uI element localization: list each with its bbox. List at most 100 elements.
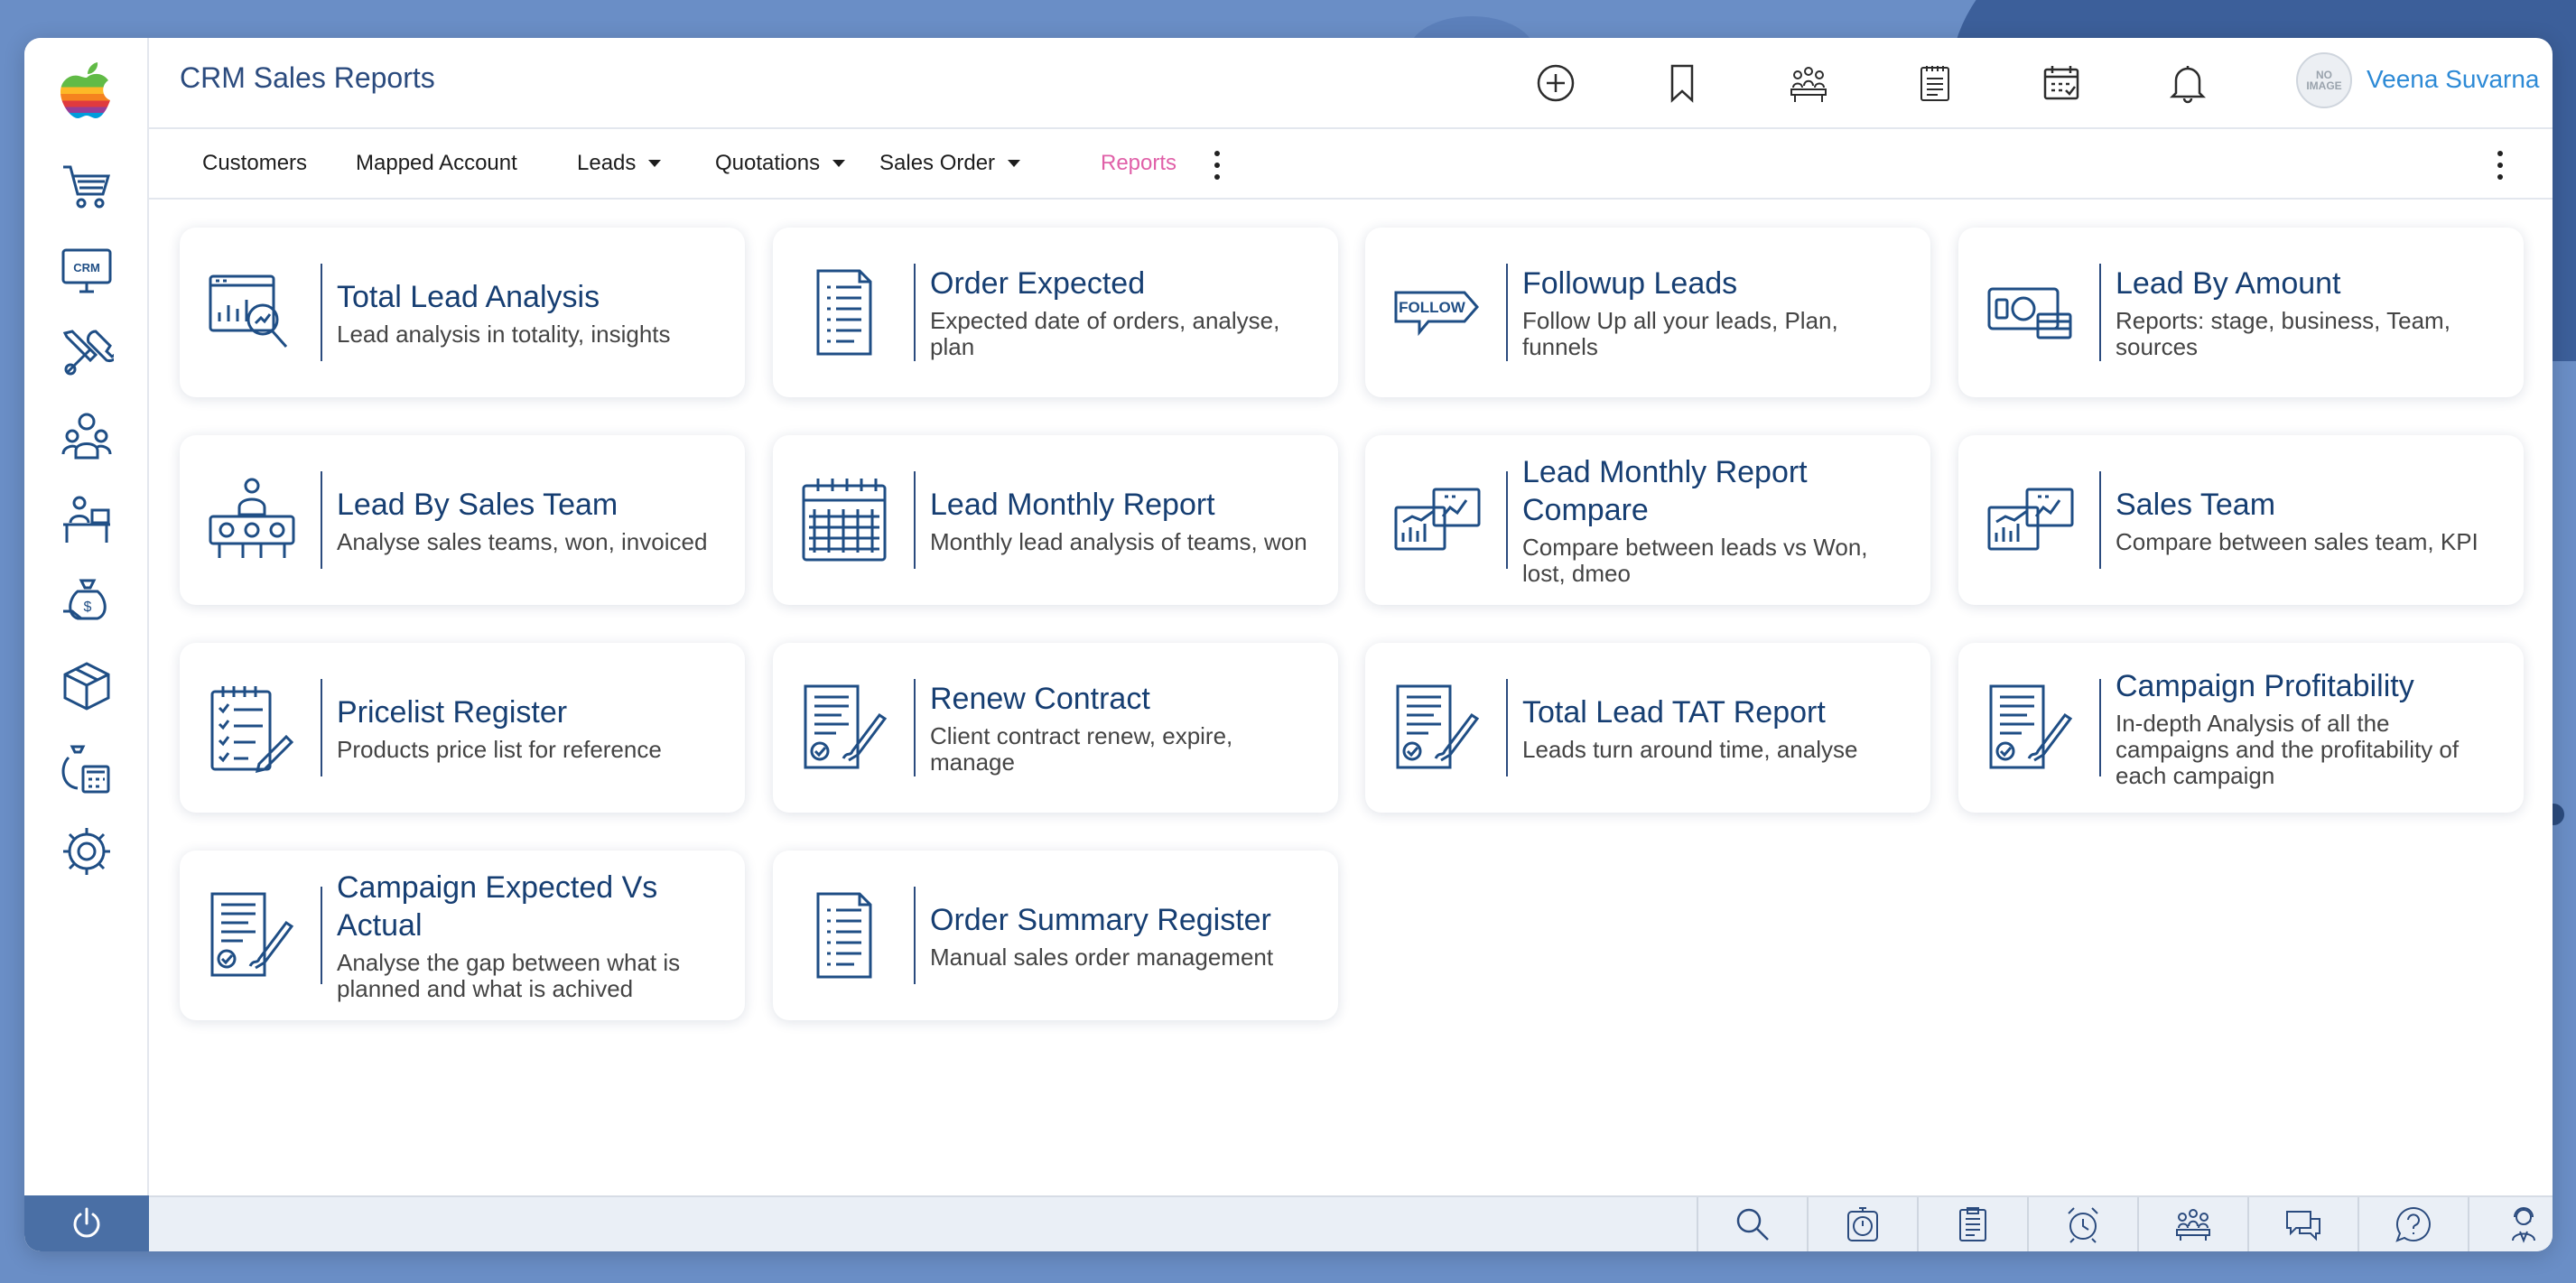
report-card-lead-by-sales-team[interactable]: Lead By Sales Team Analyse sales teams, w… <box>180 435 745 605</box>
card-description: In-depth Analysis of all the campaigns a… <box>2116 709 2460 789</box>
meetings-footer-button[interactable] <box>2137 1197 2247 1251</box>
card-description: Compare between leads vs Won, lost, dmeo <box>1522 534 1868 587</box>
card-divider <box>2099 471 2101 569</box>
analysis-icon <box>209 274 288 348</box>
report-card-renew-contract[interactable]: Renew Contract Client contract renew, exp… <box>773 643 1338 813</box>
notes-footer-button[interactable] <box>1917 1197 2027 1251</box>
card-title: Total Lead TAT Report <box>1522 694 1826 730</box>
document-list-icon <box>816 269 872 356</box>
avatar[interactable]: NO IMAGE <box>2296 52 2352 108</box>
dot-icon <box>1214 174 1220 180</box>
card-divider <box>321 471 322 569</box>
nav-reports[interactable]: Reports <box>1101 151 1176 176</box>
report-card-followup-leads[interactable]: FOLLOW Followup Leads Follow Up all your … <box>1365 228 1930 397</box>
card-title: Campaign Expected Vs Actual <box>337 870 658 943</box>
timer-button[interactable] <box>1807 1197 1917 1251</box>
card-divider <box>2099 679 2101 776</box>
report-card-order-summary-register[interactable]: Order Summary Register Manual sales order… <box>773 851 1338 1020</box>
chevron-down-icon <box>832 160 846 167</box>
card-divider <box>2099 264 2101 361</box>
nav-sales-order[interactable]: Sales Order <box>879 151 1021 176</box>
user-name-link[interactable]: Veena Suvarna <box>2367 65 2540 94</box>
card-title: Lead By Sales Team <box>337 487 618 522</box>
sidebar-item-finance[interactable]: $ <box>55 571 118 634</box>
bookmark-button[interactable] <box>1657 58 1707 108</box>
cart-icon <box>63 165 111 209</box>
bell-icon <box>2169 66 2207 104</box>
report-card-pricelist-register[interactable]: Pricelist Register Products price list fo… <box>180 643 745 813</box>
report-card-campaign-expected-vs-actual[interactable]: Campaign Expected Vs Actual Analyse the g… <box>180 851 745 1020</box>
report-card-sales-team[interactable]: Sales Team Compare between sales team, KP… <box>1958 435 2524 605</box>
charts-compare-icon <box>1394 488 1481 551</box>
card-description: Leads turn around time, analyse <box>1522 735 1858 763</box>
chat-button[interactable] <box>2247 1197 2357 1251</box>
sidebar-item-accounts[interactable] <box>55 737 118 800</box>
apple-logo-icon <box>60 62 110 118</box>
alarm-icon <box>2068 1207 2098 1243</box>
sidebar: CRM $ <box>24 38 149 1251</box>
card-title: Order Expected <box>930 266 1146 301</box>
people-icon <box>61 413 112 460</box>
search-button[interactable] <box>1697 1197 1807 1251</box>
report-card-lead-monthly-report-compare[interactable]: Lead Monthly Report Compare Compare betwe… <box>1365 435 1930 605</box>
card-description: Analyse the gap between what is planned … <box>337 949 681 1002</box>
report-card-campaign-profitability[interactable]: Campaign Profitability In-depth Analysis … <box>1958 643 2524 813</box>
app-window: CRM $ CRM Sales Reports NO IMAGE Veena S… <box>24 38 2553 1251</box>
card-title: Followup Leads <box>1522 266 1738 301</box>
contract-icon <box>804 684 888 769</box>
card-divider <box>1506 679 1508 776</box>
report-card-lead-by-amount[interactable]: Lead By Amount Reports: stage, business, … <box>1958 228 2524 397</box>
nav-customers[interactable]: Customers <box>202 151 307 176</box>
document-list-icon <box>816 892 872 979</box>
sidebar-item-crm[interactable]: CRM <box>55 238 118 302</box>
report-card-order-expected[interactable]: Order Expected Expected date of orders, a… <box>773 228 1338 397</box>
chevron-down-icon <box>648 160 662 167</box>
sidebar-item-sales[interactable] <box>55 155 118 218</box>
chevron-down-icon <box>1008 160 1021 167</box>
card-title: Pricelist Register <box>337 694 568 730</box>
contract-icon <box>1396 684 1480 769</box>
notes-button[interactable] <box>1910 58 1960 108</box>
card-description: Analyse sales teams, won, invoiced <box>337 527 708 555</box>
dot-icon <box>2497 174 2503 180</box>
sidebar-item-settings[interactable] <box>55 820 118 883</box>
calendar-button[interactable] <box>2036 58 2087 108</box>
report-card-total-lead-analysis[interactable]: Total Lead Analysis Lead analysis in tota… <box>180 228 745 397</box>
add-button[interactable] <box>1530 58 1581 108</box>
card-description: Reports: stage, business, Team, sources <box>2116 307 2450 360</box>
power-button[interactable] <box>24 1195 149 1251</box>
nav-quotations[interactable]: Quotations <box>715 151 846 176</box>
support-button[interactable] <box>2468 1197 2553 1251</box>
card-description: Expected date of orders, analyse, plan <box>930 307 1280 360</box>
card-description: Follow Up all your leads, Plan, funnels <box>1522 307 1838 360</box>
tools-icon <box>62 330 114 376</box>
card-divider <box>914 679 916 776</box>
meetings-button[interactable] <box>1783 58 1834 108</box>
support-agent-icon <box>2512 1207 2535 1243</box>
notifications-button[interactable] <box>2162 58 2213 108</box>
stopwatch-icon <box>1847 1207 1878 1241</box>
card-divider <box>1506 264 1508 361</box>
report-card-total-lead-tat-report[interactable]: Total Lead TAT Report Leads turn around t… <box>1365 643 1930 813</box>
help-button[interactable] <box>2357 1197 2468 1251</box>
card-title: Order Summary Register <box>930 902 1271 937</box>
follow-icon: FOLLOW <box>1394 291 1479 337</box>
sidebar-item-tools[interactable] <box>55 321 118 385</box>
card-description: Compare between sales team, KPI <box>2116 527 2478 555</box>
sidebar-item-inventory[interactable] <box>55 654 118 717</box>
sidebar-item-people[interactable] <box>55 404 118 468</box>
nav-mapped-account[interactable]: Mapped Account <box>356 151 517 176</box>
card-title: Lead Monthly Report <box>930 487 1215 522</box>
page-menu-button[interactable] <box>2491 147 2509 183</box>
nav-more-button[interactable] <box>1208 147 1226 183</box>
svg-text:CRM: CRM <box>73 261 100 274</box>
card-description: Monthly lead analysis of teams, won <box>930 527 1307 555</box>
contract-icon <box>1989 684 2073 769</box>
card-divider <box>321 887 322 984</box>
sidebar-item-workspace[interactable] <box>55 488 118 551</box>
card-divider <box>914 264 916 361</box>
nav-leads[interactable]: Leads <box>577 151 662 176</box>
alarm-button[interactable] <box>2027 1197 2137 1251</box>
report-card-lead-monthly-report[interactable]: Lead Monthly Report Monthly lead analysis… <box>773 435 1338 605</box>
plus-circle-icon <box>1537 64 1575 102</box>
